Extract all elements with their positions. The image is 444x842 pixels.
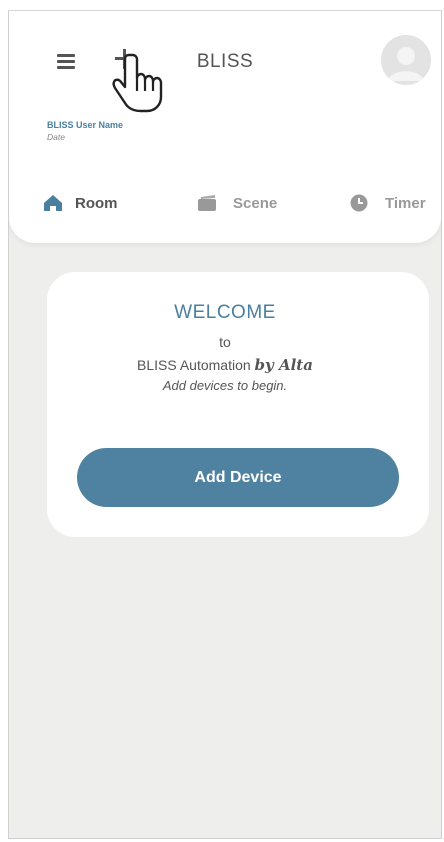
tab-timer-label: Timer <box>385 194 426 212</box>
welcome-to: to <box>219 334 231 350</box>
welcome-hint: Add devices to begin. <box>162 378 288 393</box>
home-icon <box>44 195 62 211</box>
scene-icon <box>198 195 216 211</box>
add-device-button[interactable]: Add Device <box>77 448 399 507</box>
tab-bar: Room Scene Timer <box>9 191 441 215</box>
tab-room-label: Room <box>75 194 118 212</box>
header: BLISS BLISS User Name Date Room Scene Ti… <box>9 11 441 243</box>
tab-scene-label: Scene <box>233 194 278 212</box>
brand-name: by Alta <box>254 356 313 374</box>
user-name: BLISS User Name <box>47 120 124 130</box>
tab-timer[interactable]: Timer <box>350 191 426 215</box>
product-line: BLISS Automation by Alta <box>9 356 441 374</box>
user-avatar-icon[interactable] <box>381 35 431 85</box>
tab-room[interactable]: Room <box>43 191 118 215</box>
welcome-heading: WELCOME <box>174 302 276 323</box>
clock-icon <box>350 194 368 212</box>
product-name: BLISS Automation <box>137 357 251 373</box>
app-screen: BLISS BLISS User Name Date Room Scene Ti… <box>8 10 442 839</box>
tab-scene[interactable]: Scene <box>197 191 277 215</box>
user-date: Date <box>47 132 65 142</box>
app-title: BLISS <box>196 51 254 72</box>
